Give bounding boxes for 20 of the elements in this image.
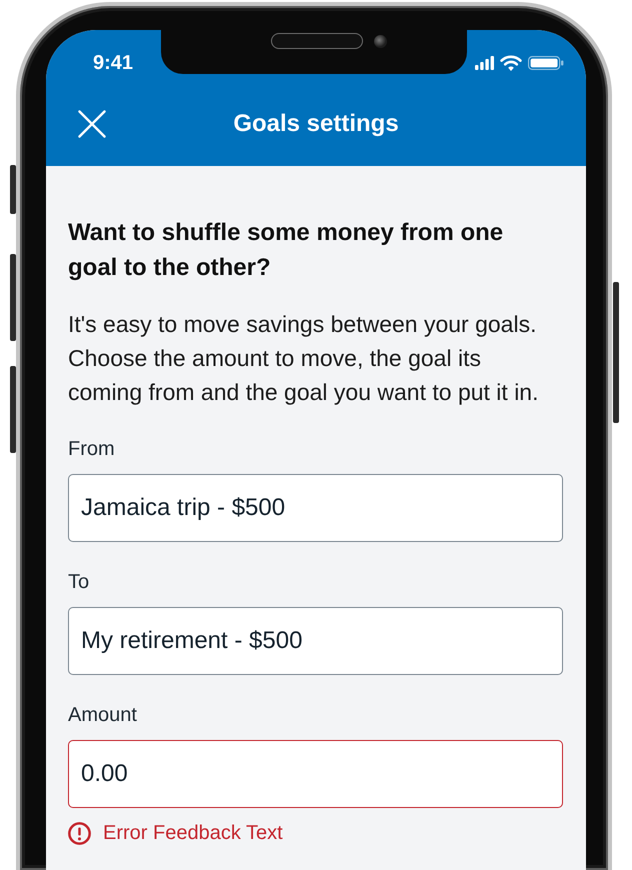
section-heading: Want to shuffle some money from one goal to the other? — [68, 218, 504, 283]
field-label: From — [68, 437, 116, 461]
camera-lens-icon — [374, 35, 387, 48]
field-label: To — [68, 570, 90, 594]
speaker-slot-icon — [271, 33, 363, 49]
close-icon — [78, 110, 106, 138]
close-button[interactable] — [78, 110, 106, 138]
page-title: Goals settings — [233, 109, 399, 139]
side-key — [10, 165, 16, 214]
description-text: It's easy to move savings between your goals. Choose the amount to move, the goal its coming from and the goal you want to put it in. — [68, 310, 540, 407]
input-field[interactable]: 0.00 — [68, 740, 563, 808]
wifi-icon — [500, 55, 522, 71]
input-field[interactable]: My retirement - $500 — [68, 607, 563, 675]
battery-icon — [528, 56, 564, 70]
signal-icon — [475, 56, 494, 70]
error-icon — [68, 822, 91, 844]
status-time: 9:41 — [93, 52, 134, 74]
field-label: Amount — [68, 703, 138, 727]
input-field[interactable]: Jamaica trip - $500 — [68, 474, 563, 542]
error-message: Error Feedback Text — [103, 821, 283, 845]
